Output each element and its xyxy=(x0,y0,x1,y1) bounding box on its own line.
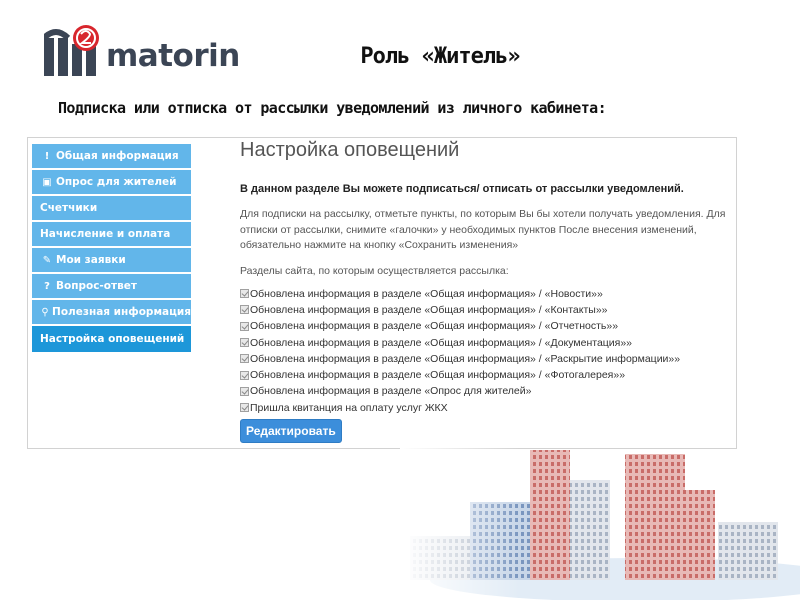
option-label: Обновлена информация в разделе «Общая ин… xyxy=(250,320,619,333)
sidebar-item-general-info[interactable]: ! Общая информация xyxy=(32,144,191,168)
option-documents: Обновлена информация в разделе «Общая ин… xyxy=(240,334,734,350)
slide-subtitle: Подписка или отписка от рассылки уведомл… xyxy=(58,99,607,117)
matorin-logo: matorin xyxy=(44,24,240,80)
sidebar-item-faq[interactable]: ? Вопрос-ответ xyxy=(32,274,191,298)
option-label: Обновлена информация в разделе «Общая ин… xyxy=(250,369,626,382)
sidebar-item-label: Мои заявки xyxy=(56,254,126,266)
buildings-illustration xyxy=(400,440,800,600)
option-disclosure: Обновлена информация в разделе «Общая ин… xyxy=(240,351,734,367)
option-label: Обновлена информация в разделе «Общая ин… xyxy=(250,336,633,349)
option-label: Обновлена информация в разделе «Общая ин… xyxy=(250,303,608,316)
sidebar-item-label: Опрос для жителей xyxy=(56,176,177,188)
logo-text: matorin xyxy=(106,38,240,74)
instructions-text: Для подписки на рассылку, отметьте пункт… xyxy=(240,208,726,251)
checkbox-disclosure[interactable] xyxy=(240,354,249,364)
option-label: Обновлена информация в разделе «Опрос дл… xyxy=(250,385,532,398)
sidebar-nav: ! Общая информация ▣ Опрос для жителей С… xyxy=(32,144,191,354)
lead-text: В данном разделе Вы можете подписаться/ … xyxy=(240,183,684,195)
edit-button[interactable]: Редактировать xyxy=(240,418,342,443)
sections-label: Разделы сайта, по которым осуществляется… xyxy=(240,264,509,277)
sidebar-item-billing[interactable]: Начисление и оплата xyxy=(32,222,191,246)
matorin-logo-icon xyxy=(44,25,99,76)
cabinet-screenshot: ! Общая информация ▣ Опрос для жителей С… xyxy=(27,137,737,449)
slide-title: Роль «Житель» xyxy=(360,44,520,69)
checkbox-contacts[interactable] xyxy=(240,305,249,315)
sidebar-item-useful-info[interactable]: ⚲ Полезная информация xyxy=(32,300,191,324)
sidebar-item-label: Начисление и оплата xyxy=(40,228,171,240)
checkbox-news[interactable] xyxy=(240,289,249,299)
option-label: Обновлена информация в разделе «Общая ин… xyxy=(250,287,603,300)
pin-icon: ⚲ xyxy=(41,306,49,318)
checkbox-receipt[interactable] xyxy=(240,403,249,413)
option-label: Обновлена информация в разделе «Общая ин… xyxy=(250,352,681,365)
option-news: Обновлена информация в разделе «Общая ин… xyxy=(240,286,734,302)
sidebar-item-label: Настройка оповещений xyxy=(40,333,185,345)
sidebar-item-label: Вопрос-ответ xyxy=(56,280,137,292)
option-reports: Обновлена информация в разделе «Общая ин… xyxy=(240,318,734,334)
option-survey: Обновлена информация в разделе «Опрос дл… xyxy=(240,383,734,399)
option-gallery: Обновлена информация в разделе «Общая ин… xyxy=(240,367,734,383)
sidebar-item-meters[interactable]: Счетчики xyxy=(32,196,191,220)
question-icon: ? xyxy=(44,280,50,292)
exclamation-icon: ! xyxy=(44,150,50,162)
sidebar-item-label: Общая информация xyxy=(56,150,179,162)
option-contacts: Обновлена информация в разделе «Общая ин… xyxy=(240,302,734,318)
subscription-options: Обновлена информация в разделе «Общая ин… xyxy=(240,286,734,416)
checkbox-documents[interactable] xyxy=(240,338,249,348)
option-label: Пришла квитанция на оплату услуг ЖКХ xyxy=(250,401,448,414)
checkbox-survey[interactable] xyxy=(240,386,249,396)
page-title: Настройка оповещений xyxy=(240,139,460,161)
sidebar-item-my-requests[interactable]: ✎ Мои заявки xyxy=(32,248,191,272)
sidebar-item-label: Счетчики xyxy=(40,202,98,214)
edit-icon: ✎ xyxy=(42,254,52,266)
survey-icon: ▣ xyxy=(42,176,52,188)
sidebar-item-notification-settings[interactable]: Настройка оповещений xyxy=(32,326,191,352)
sidebar-item-label: Полезная информация xyxy=(52,306,191,318)
sidebar-item-survey[interactable]: ▣ Опрос для жителей xyxy=(32,170,191,194)
notification-settings-panel: Настройка оповещений В данном разделе Вы… xyxy=(240,138,734,443)
checkbox-gallery[interactable] xyxy=(240,370,249,380)
checkbox-reports[interactable] xyxy=(240,321,249,331)
option-receipt: Пришла квитанция на оплату услуг ЖКХ xyxy=(240,400,734,416)
